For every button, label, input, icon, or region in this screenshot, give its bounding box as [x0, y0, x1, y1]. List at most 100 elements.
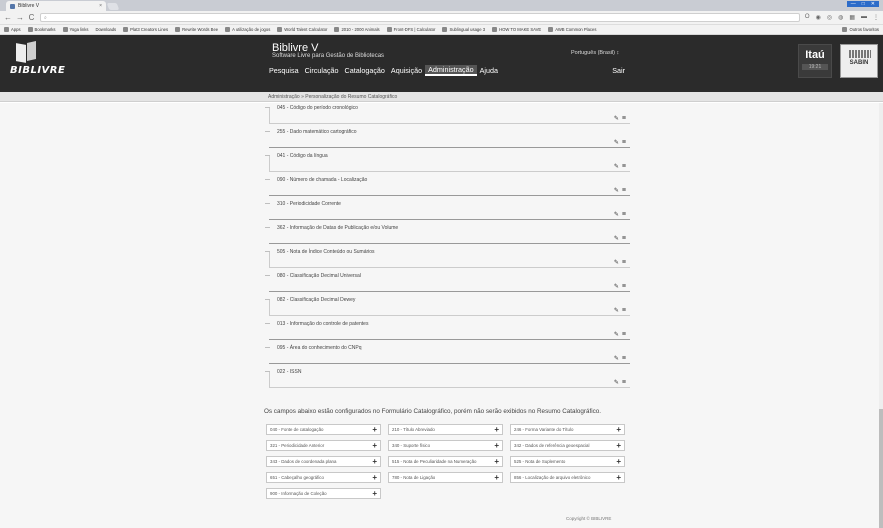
bookmark-item[interactable]: Plat3 Creators Lines: [123, 27, 168, 32]
bookmark-item[interactable]: Apps: [4, 27, 21, 32]
extension-icon[interactable]: ◎: [827, 14, 832, 21]
bookmark-item[interactable]: 2010 - 2000 Animals: [334, 27, 380, 32]
unused-field-item[interactable]: 856 - Localização de arquivo eletrônico +: [510, 472, 625, 483]
tab-close-icon[interactable]: ×: [99, 3, 102, 9]
back-icon[interactable]: ←: [4, 13, 12, 22]
close-window-icon[interactable]: ✕: [871, 1, 875, 7]
unused-field-item[interactable]: 343 - Dados de coordenada plana +: [266, 456, 381, 467]
add-field-icon[interactable]: +: [494, 473, 499, 482]
drag-handle-icon[interactable]: ≡: [622, 163, 626, 170]
unused-field-item[interactable]: 210 - Título Abreviado +: [388, 424, 503, 435]
pencil-icon[interactable]: ✎: [614, 355, 619, 362]
collapse-icon[interactable]: —: [265, 129, 270, 135]
drag-handle-icon[interactable]: ≡: [622, 307, 626, 314]
collapse-icon[interactable]: —: [265, 105, 270, 111]
browser-tab[interactable]: Biblivre V ×: [6, 1, 106, 11]
unused-field-item[interactable]: 515 - Nota de Peculiaridade na Numeração…: [388, 456, 503, 467]
add-field-icon[interactable]: +: [616, 457, 621, 466]
forward-icon[interactable]: →: [16, 13, 24, 22]
add-field-icon[interactable]: +: [372, 441, 377, 450]
unused-field-item[interactable]: 321 - Periodicidade Anterior +: [266, 440, 381, 451]
pencil-icon[interactable]: ✎: [614, 163, 619, 170]
add-field-icon[interactable]: +: [494, 441, 499, 450]
add-field-icon[interactable]: +: [372, 489, 377, 498]
collapse-icon[interactable]: —: [265, 225, 270, 231]
pencil-icon[interactable]: ✎: [614, 115, 619, 122]
collapse-icon[interactable]: —: [265, 321, 270, 327]
drag-handle-icon[interactable]: ≡: [622, 283, 626, 290]
menu-ajuda[interactable]: Ajuda: [477, 66, 501, 75]
summary-field-row[interactable]: — 080 - Classificação Decimal Universal ✎ ≡: [265, 271, 630, 295]
summary-field-row[interactable]: — 090 - Número de chamada - Localização ✎ ≡: [265, 175, 630, 199]
summary-field-row[interactable]: — 310 - Periodicidade Corrente ✎ ≡: [265, 199, 630, 223]
bookmark-item[interactable]: AWB Common Places: [548, 27, 596, 32]
language-select[interactable]: Português (Brasil) ↕: [571, 50, 619, 56]
extension-icon[interactable]: ◉: [816, 14, 821, 21]
bookmark-item[interactable]: Bookmarks: [27, 27, 56, 32]
unused-field-item[interactable]: 651 - Cabeçalho geográfico +: [266, 472, 381, 483]
extension-icon[interactable]: ▦: [849, 14, 855, 21]
bookmark-item[interactable]: Sublingual usage 3: [442, 27, 485, 32]
add-field-icon[interactable]: +: [616, 425, 621, 434]
bookmark-item[interactable]: Front-DFS | Calculator: [386, 27, 435, 32]
menu-aquisicao[interactable]: Aquisição: [388, 66, 425, 75]
scrollbar-thumb[interactable]: [879, 409, 883, 528]
new-tab-button[interactable]: [106, 3, 120, 10]
collapse-icon[interactable]: —: [265, 369, 270, 375]
menu-circulacao[interactable]: Circulação: [302, 66, 342, 75]
summary-field-row[interactable]: — 255 - Dado matemático cartográfico ✎ ≡: [265, 127, 630, 151]
maximize-icon[interactable]: □: [862, 1, 865, 7]
add-field-icon[interactable]: +: [616, 441, 621, 450]
bookmark-item[interactable]: A utilização de jogos: [225, 27, 270, 32]
pencil-icon[interactable]: ✎: [614, 283, 619, 290]
bookmark-item[interactable]: Yoga links: [62, 27, 88, 32]
summary-field-row[interactable]: — 082 - Classificação Decimal Dewey ✎ ≡: [265, 295, 630, 319]
collapse-icon[interactable]: —: [265, 201, 270, 207]
summary-field-row[interactable]: — 362 - Informação de Datas de Publicação…: [265, 223, 630, 247]
summary-field-row[interactable]: — 095 - Área do conhecimento do CNPq ✎ ≡: [265, 343, 630, 367]
unused-field-item[interactable]: 340 - Suporte físico +: [388, 440, 503, 451]
pencil-icon[interactable]: ✎: [614, 187, 619, 194]
pencil-icon[interactable]: ✎: [614, 259, 619, 266]
menu-catalogacao[interactable]: Catalogação: [342, 66, 388, 75]
unused-field-item[interactable]: 246 - Forma Variante do Título +: [510, 424, 625, 435]
collapse-icon[interactable]: —: [265, 297, 270, 303]
drag-handle-icon[interactable]: ≡: [622, 259, 626, 266]
extension-icon[interactable]: ▬: [861, 14, 867, 21]
unused-field-item[interactable]: 040 - Fonte de catalogação +: [266, 424, 381, 435]
bookmark-item[interactable]: HOW TO MAKE SAVE: [492, 27, 541, 32]
sponsor-sabin-logo[interactable]: SABIN: [840, 44, 878, 78]
unused-field-item[interactable]: 342 - Dados de referência geoespacial +: [510, 440, 625, 451]
add-field-icon[interactable]: +: [372, 425, 377, 434]
summary-field-row[interactable]: — 022 - ISSN ✎ ≡: [265, 367, 630, 391]
drag-handle-icon[interactable]: ≡: [622, 355, 626, 362]
minimize-icon[interactable]: —: [851, 1, 856, 7]
summary-field-row[interactable]: — 505 - Nota de Índice Conteúdo ou Sumári…: [265, 247, 630, 271]
unused-field-item[interactable]: 780 - Nota de Ligação +: [388, 472, 503, 483]
opera-icon[interactable]: O: [805, 14, 810, 21]
drag-handle-icon[interactable]: ≡: [622, 115, 626, 122]
menu-pesquisa[interactable]: Pesquisa: [266, 66, 302, 75]
collapse-icon[interactable]: —: [265, 345, 270, 351]
add-field-icon[interactable]: +: [494, 457, 499, 466]
url-input[interactable]: ⌕: [40, 13, 800, 22]
drag-handle-icon[interactable]: ≡: [622, 235, 626, 242]
drag-handle-icon[interactable]: ≡: [622, 139, 626, 146]
add-field-icon[interactable]: +: [372, 473, 377, 482]
pencil-icon[interactable]: ✎: [614, 307, 619, 314]
summary-field-row[interactable]: — 013 - Informação do controle de patente…: [265, 319, 630, 343]
page-scrollbar[interactable]: [879, 103, 883, 528]
drag-handle-icon[interactable]: ≡: [622, 187, 626, 194]
reload-icon[interactable]: C: [28, 13, 35, 22]
collapse-icon[interactable]: —: [265, 177, 270, 183]
collapse-icon[interactable]: —: [265, 249, 270, 255]
add-field-icon[interactable]: +: [494, 425, 499, 434]
drag-handle-icon[interactable]: ≡: [622, 211, 626, 218]
logout-button[interactable]: Sair: [609, 66, 631, 75]
pencil-icon[interactable]: ✎: [614, 379, 619, 386]
bookmark-item[interactable]: World Talent Calculator: [277, 27, 327, 32]
pencil-icon[interactable]: ✎: [614, 211, 619, 218]
add-field-icon[interactable]: +: [616, 473, 621, 482]
bookmark-item[interactable]: Rewrite Words Bee: [175, 27, 218, 32]
sponsor-itau-logo[interactable]: Itaú 19:21: [798, 44, 832, 78]
